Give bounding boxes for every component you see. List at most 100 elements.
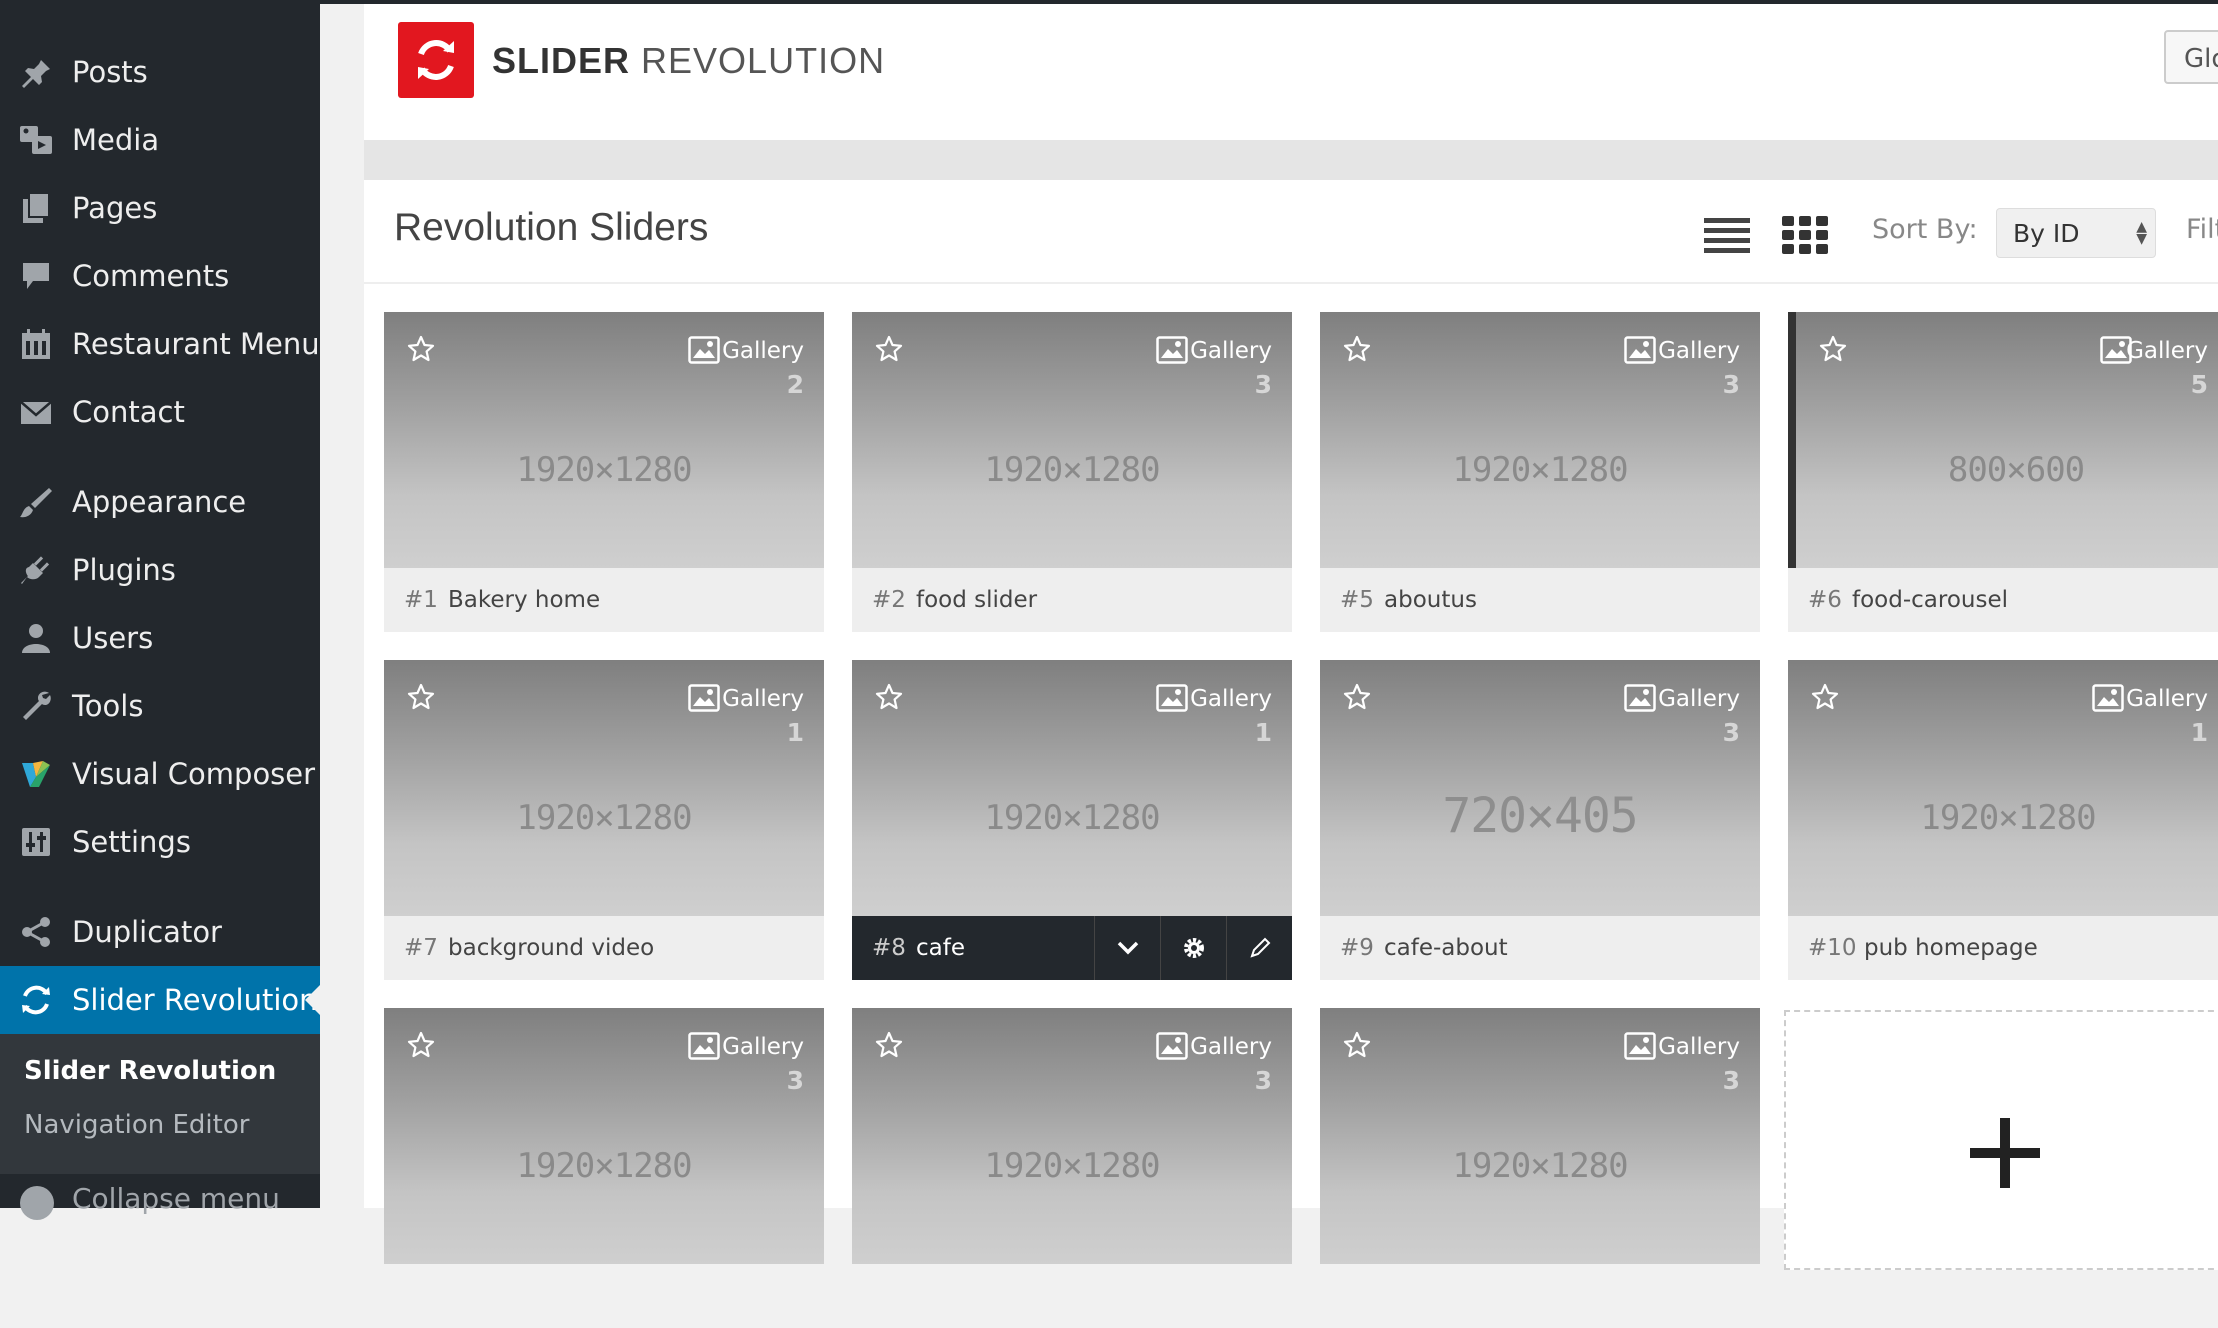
collapse-menu-button[interactable]: Collapse menu <box>0 1174 320 1220</box>
slider-caption[interactable]: #2 food slider <box>852 568 1292 632</box>
slider-card[interactable]: Gallery 2 1920×1280 #1 Bakery home <box>384 312 824 632</box>
sidebar-item-slider-revolution[interactable]: Slider Revolution <box>0 966 320 1034</box>
slider-thumbnail[interactable]: Gallery 3 1920×1280 <box>1320 1008 1760 1264</box>
comment-icon <box>18 258 54 294</box>
sidebar-item-users[interactable]: Users <box>0 604 320 672</box>
slider-name: food-carousel <box>1852 587 2009 613</box>
slider-card[interactable]: Gallery 1 1920×1280 #8 cafe <box>852 660 1292 980</box>
slider-thumbnail[interactable]: Gallery 1 1920×1280 <box>384 660 824 916</box>
sidebar-item-visual-composer[interactable]: Visual Composer <box>0 740 320 808</box>
placeholder-dimensions: 1920×1280 <box>984 450 1160 490</box>
add-slider-card[interactable] <box>1784 1010 2218 1270</box>
sidebar-item-appearance[interactable]: Appearance <box>0 468 320 536</box>
sidebar-item-label: Tools <box>72 689 144 723</box>
grid-view-icon[interactable] <box>1782 216 1828 254</box>
slider-thumbnail[interactable]: Gallery 1 1920×1280 <box>852 660 1292 916</box>
star-icon[interactable] <box>1342 1030 1372 1060</box>
slider-card[interactable]: Gallery 5 800×600 #6 food-carousel <box>1788 312 2218 632</box>
star-icon[interactable] <box>1342 334 1372 364</box>
slider-id: #5 <box>1340 587 1374 613</box>
placeholder-dimensions: 1920×1280 <box>1920 798 2096 838</box>
slider-caption[interactable]: #7 background video <box>384 916 824 980</box>
slider-caption[interactable]: #9 cafe-about <box>1320 916 1760 980</box>
slider-card[interactable]: Gallery 1 1920×1280 #7 background video <box>384 660 824 980</box>
slider-thumbnail[interactable]: Gallery 2 1920×1280 <box>384 312 824 568</box>
slider-type-label: Gallery <box>722 1034 804 1060</box>
slider-thumbnail[interactable]: Gallery 3 1920×1280 <box>852 1008 1292 1264</box>
star-icon[interactable] <box>406 334 436 364</box>
slider-caption[interactable]: #1 Bakery home <box>384 568 824 632</box>
slide-count: 1 <box>786 718 804 747</box>
slider-caption[interactable]: #6 food-carousel <box>1788 568 2218 632</box>
sidebar-item-settings[interactable]: Settings <box>0 808 320 876</box>
sliders-panel: Revolution Sliders Sort By: By ID ▲ ▼ Fil… <box>364 180 2218 1270</box>
star-icon[interactable] <box>874 682 904 712</box>
collapse-icon <box>20 1186 54 1220</box>
slider-card[interactable]: Gallery 3 1920×1280 #5 aboutus <box>1320 312 1760 632</box>
placeholder-dimensions: 1920×1280 <box>1452 1146 1628 1186</box>
sidebar-item-pages[interactable]: Pages <box>0 174 320 242</box>
slider-caption[interactable]: #10 pub homepage <box>1788 916 2218 980</box>
slider-caption[interactable]: #5 aboutus <box>1320 568 1760 632</box>
slider-thumbnail[interactable]: Gallery 3 1920×1280 <box>384 1008 824 1264</box>
pages-icon <box>18 190 54 226</box>
edit-button[interactable] <box>1226 916 1293 980</box>
sidebar-item-label: Restaurant Menu <box>72 327 320 361</box>
sort-by-select[interactable]: By ID ▲ ▼ <box>1996 208 2156 258</box>
paintbrush-icon <box>18 484 54 520</box>
slider-card[interactable]: Gallery 1 1920×1280 #10 pub homepage <box>1788 660 2218 980</box>
sidebar-item-tools[interactable]: Tools <box>0 672 320 740</box>
sidebar-item-media[interactable]: Media <box>0 106 320 174</box>
sidebar-item-label: Comments <box>72 259 230 293</box>
sort-by-label: Sort By: <box>1872 214 1978 245</box>
settings-button[interactable] <box>1160 916 1227 980</box>
sidebar-item-restaurant-menu[interactable]: Restaurant Menu <box>0 310 320 378</box>
gear-icon <box>1184 938 1204 958</box>
sidebar-item-posts[interactable]: Posts <box>0 38 320 106</box>
image-icon <box>1156 1032 1188 1060</box>
dropdown-button[interactable] <box>1094 916 1161 980</box>
slider-card[interactable]: Gallery 3 720×405 #9 cafe-about <box>1320 660 1760 980</box>
sidebar-item-duplicator[interactable]: Duplicator <box>0 898 320 966</box>
star-icon[interactable] <box>1818 334 1848 364</box>
sort-by-value: By ID <box>2013 219 2080 248</box>
slider-id: #10 <box>1808 935 1857 961</box>
submenu-item-navigation-editor[interactable]: Navigation Editor <box>24 1110 249 1140</box>
slider-thumbnail[interactable]: Gallery 5 800×600 <box>1788 312 2218 568</box>
star-icon[interactable] <box>874 334 904 364</box>
sidebar-submenu: Slider Revolution Navigation Editor <box>0 1034 320 1174</box>
slider-type-label: Gallery <box>1658 686 1740 712</box>
slider-id: #1 <box>404 587 438 613</box>
image-icon <box>1624 684 1656 712</box>
star-icon[interactable] <box>406 682 436 712</box>
sidebar-item-comments[interactable]: Comments <box>0 242 320 310</box>
plugin-header: SLIDER REVOLUTION Glo <box>364 4 2218 140</box>
sidebar-item-contact[interactable]: Contact <box>0 378 320 446</box>
sidebar-item-label: Pages <box>72 191 158 225</box>
slider-thumbnail[interactable]: Gallery 3 1920×1280 <box>1320 312 1760 568</box>
list-view-icon[interactable] <box>1704 218 1750 254</box>
star-icon[interactable] <box>1810 682 1840 712</box>
slider-card[interactable]: Gallery 3 1920×1280 <box>1320 1008 1760 1328</box>
filter-label: Filt <box>2186 214 2218 245</box>
submenu-item-slider-revolution[interactable]: Slider Revolution <box>24 1056 276 1086</box>
sidebar-item-label: Posts <box>72 55 148 89</box>
slider-card[interactable]: Gallery 3 1920×1280 #2 food slider <box>852 312 1292 632</box>
placeholder-dimensions: 1920×1280 <box>516 798 692 838</box>
slider-thumbnail[interactable]: Gallery 3 1920×1280 <box>852 312 1292 568</box>
slide-count: 3 <box>1722 370 1740 399</box>
select-arrows-icon: ▲ ▼ <box>2136 219 2147 247</box>
slider-caption[interactable]: #8 cafe <box>852 916 1292 980</box>
placeholder-dimensions: 1920×1280 <box>516 450 692 490</box>
sidebar-item-plugins[interactable]: Plugins <box>0 536 320 604</box>
star-icon[interactable] <box>874 1030 904 1060</box>
slider-thumbnail[interactable]: Gallery 3 720×405 <box>1320 660 1760 916</box>
slider-card[interactable]: Gallery 3 1920×1280 <box>852 1008 1292 1328</box>
slider-thumbnail[interactable]: Gallery 1 1920×1280 <box>1788 660 2218 916</box>
star-icon[interactable] <box>1342 682 1372 712</box>
settings-icon <box>18 824 54 860</box>
star-icon[interactable] <box>406 1030 436 1060</box>
pencil-icon <box>1250 937 1271 958</box>
slider-card[interactable]: Gallery 3 1920×1280 <box>384 1008 824 1328</box>
global-settings-button[interactable]: Glo <box>2164 30 2218 84</box>
